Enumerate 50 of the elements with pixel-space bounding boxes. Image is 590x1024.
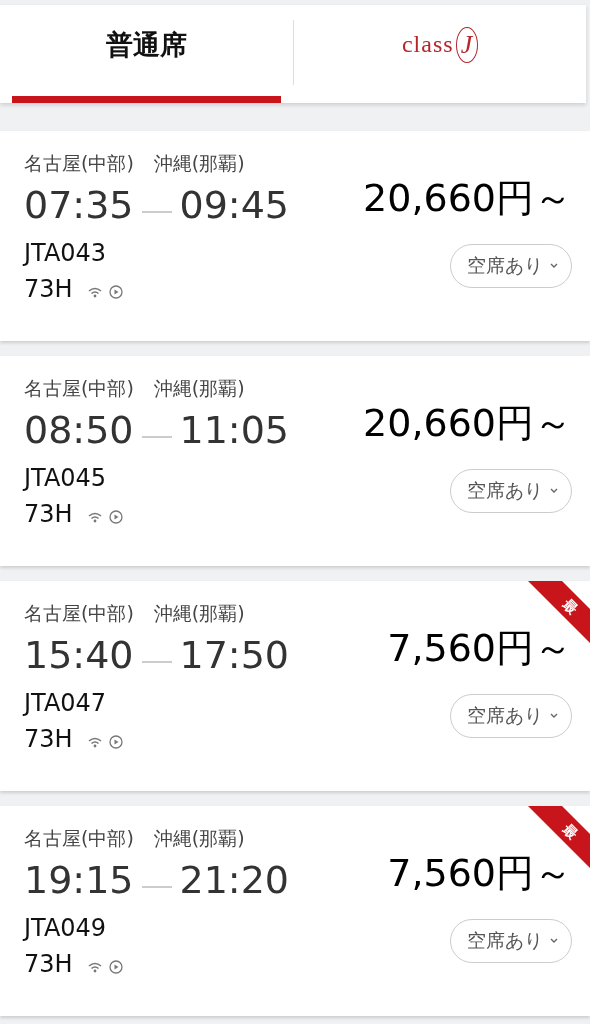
wifi-icon	[86, 735, 103, 749]
flight-number: JTA049	[24, 914, 108, 942]
wifi-icon	[86, 285, 103, 299]
tab[interactable]: 普通席	[12, 5, 281, 103]
flight-number: JTA047	[24, 689, 108, 717]
arrival-time: 21:20	[179, 858, 290, 902]
chevron-icon	[549, 937, 559, 945]
play-icon	[108, 510, 123, 524]
departure-airport: 名古屋(中部)	[24, 601, 134, 626]
flight-card[interactable]: 最 名古屋(中部) 沖縄(那覇) 15:40 17:50 JTA047 73H 7,560円～ 空席あり	[0, 581, 590, 791]
flight-number: JTA045	[24, 464, 108, 492]
play-icon	[108, 735, 123, 749]
chevron-icon	[549, 712, 559, 720]
departure-time: 15:40	[24, 633, 134, 677]
aircraft-type: 73H	[24, 950, 73, 978]
fare-price: 20,660円～	[363, 400, 572, 447]
flight-card[interactable]: 名古屋(中部) 沖縄(那覇) 08:50 11:05 JTA045 73H 20,660円～ 空席あり	[0, 356, 590, 566]
arrival-airport: 沖縄(那覇)	[153, 826, 245, 851]
availability-dropdown[interactable]: 空席あり	[450, 244, 572, 288]
arrival-airport: 沖縄(那覇)	[153, 151, 245, 176]
chevron-icon	[549, 487, 559, 495]
departure-airport: 名古屋(中部)	[24, 151, 134, 176]
arrival-time: 09:45	[179, 183, 290, 227]
play-icon	[108, 960, 123, 974]
departure-time: 07:35	[24, 183, 134, 227]
tab[interactable]: class J	[305, 5, 574, 103]
arrival-airport: 沖縄(那覇)	[153, 376, 245, 401]
departure-time: 19:15	[24, 858, 134, 902]
flight-number: JTA043	[24, 239, 108, 267]
arrival-airport: 沖縄(那覇)	[153, 601, 245, 626]
wifi-icon	[86, 960, 103, 974]
aircraft-type: 73H	[24, 500, 73, 528]
availability-dropdown[interactable]: 空席あり	[450, 694, 572, 738]
flight-card[interactable]: 最 名古屋(中部) 沖縄(那覇) 19:15 21:20 JTA049 73H 7,560円～ 空席あり	[0, 806, 590, 1016]
availability-dropdown[interactable]: 空席あり	[450, 469, 572, 513]
arrival-time: 17:50	[179, 633, 290, 677]
arrival-time: 11:05	[179, 408, 290, 452]
wifi-icon	[86, 510, 103, 524]
chevron-icon	[549, 262, 559, 270]
departure-airport: 名古屋(中部)	[24, 826, 134, 851]
flight-card[interactable]: 名古屋(中部) 沖縄(那覇) 07:35 09:45 JTA043 73H 20,660円～ 空席あり	[0, 131, 590, 341]
departure-time: 08:50	[24, 408, 134, 452]
play-icon	[108, 285, 123, 299]
fare-price: 20,660円～	[363, 175, 572, 222]
availability-dropdown[interactable]: 空席あり	[450, 919, 572, 963]
departure-airport: 名古屋(中部)	[24, 376, 134, 401]
aircraft-type: 73H	[24, 725, 73, 753]
aircraft-type: 73H	[24, 275, 73, 303]
fare-price: 7,560円～	[387, 850, 572, 897]
fare-price: 7,560円～	[387, 625, 572, 672]
